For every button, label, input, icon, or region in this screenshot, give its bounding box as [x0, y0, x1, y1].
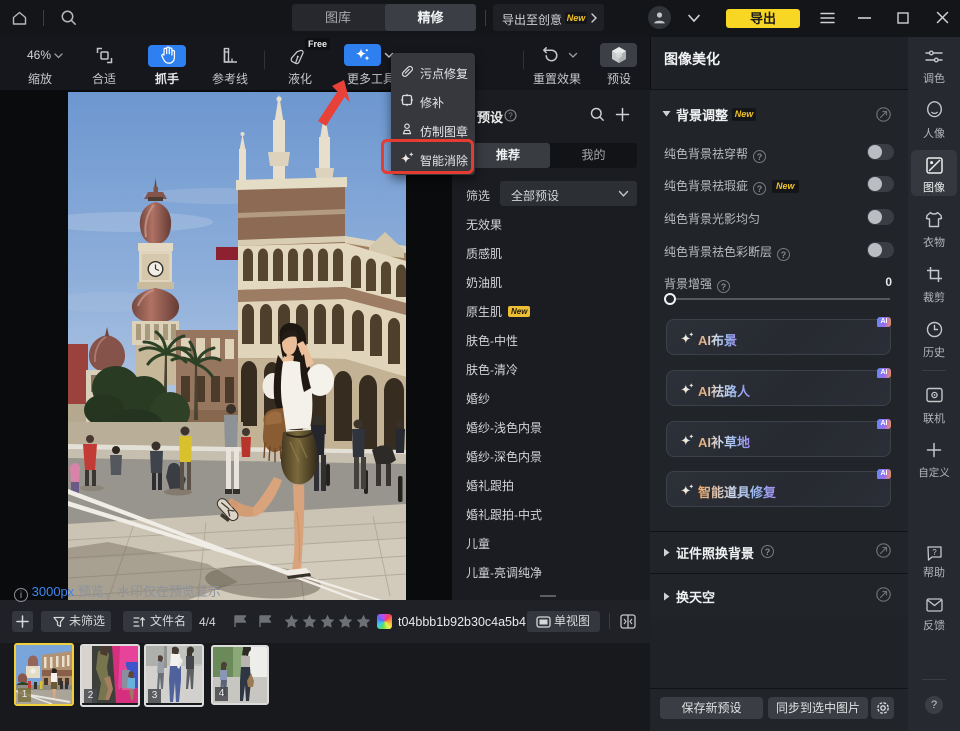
svg-text:?: ?: [932, 548, 937, 557]
svg-text:?: ?: [508, 111, 513, 120]
